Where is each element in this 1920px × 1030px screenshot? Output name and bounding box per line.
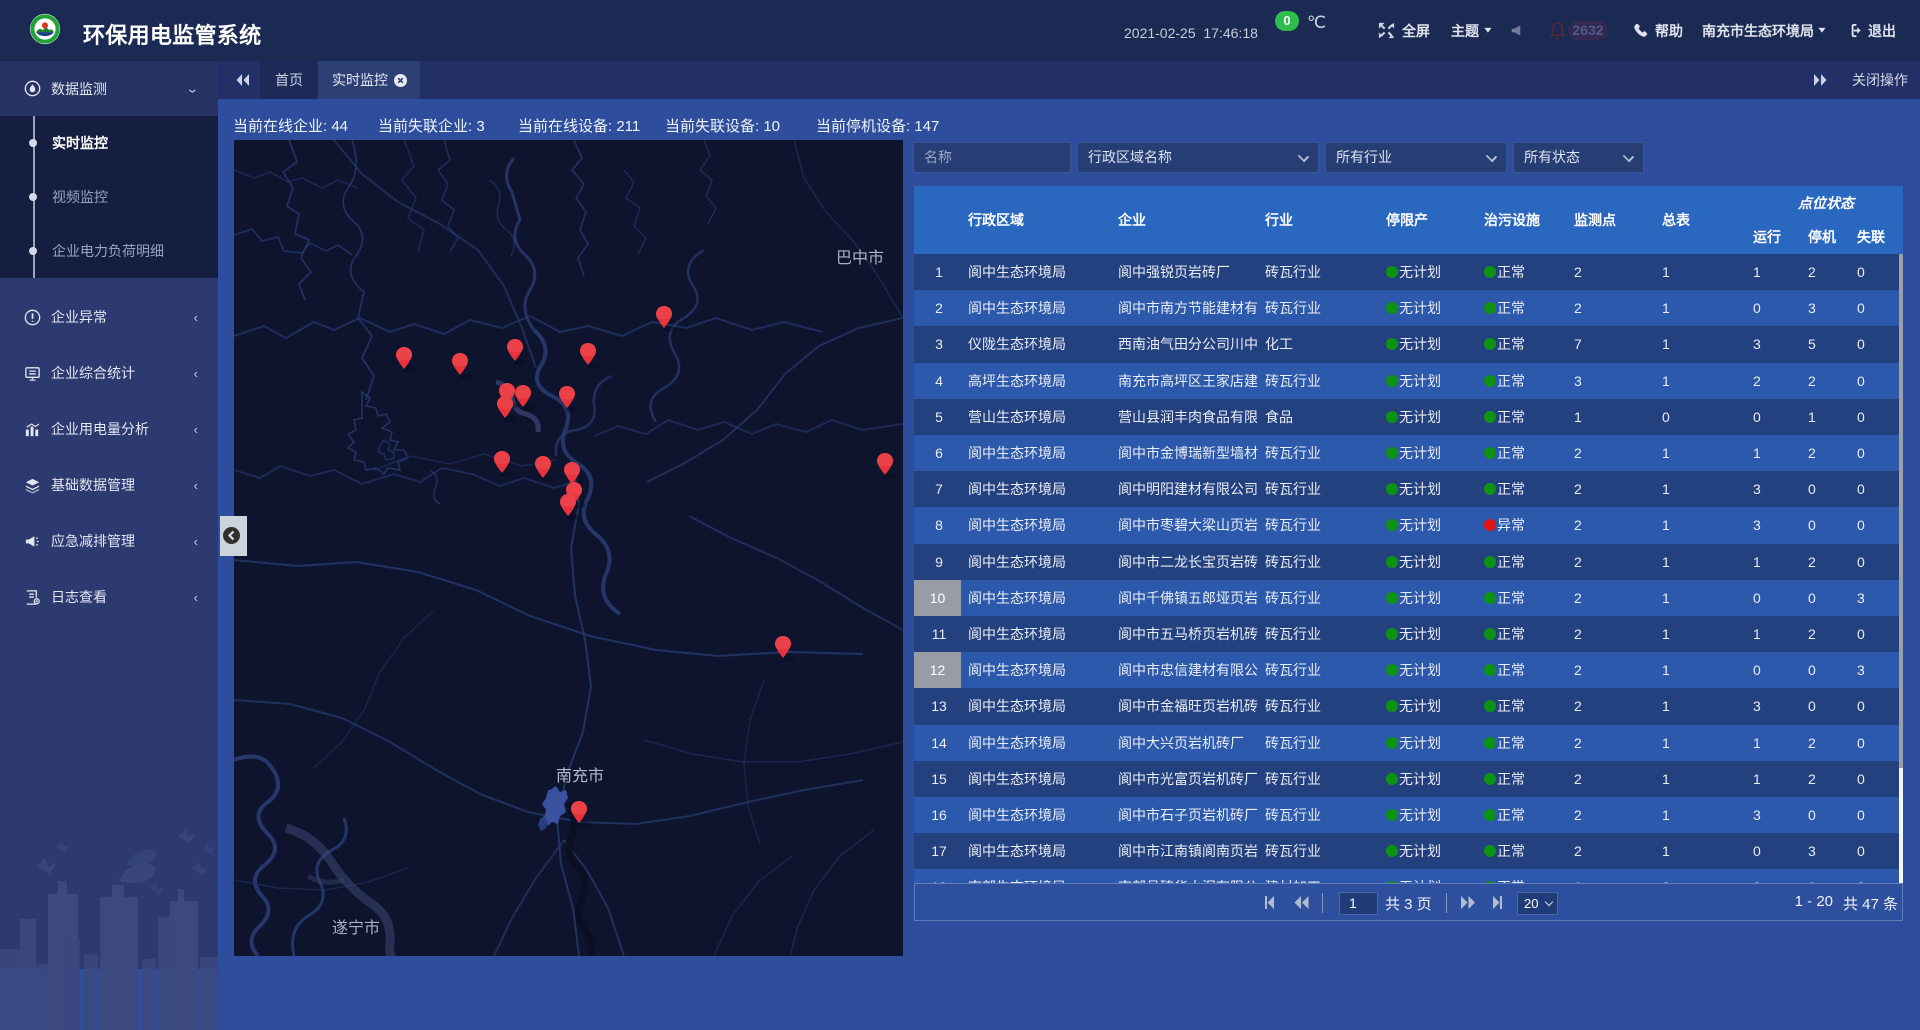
svg-text:巴中市: 巴中市 [836, 249, 884, 267]
svg-text:南充市: 南充市 [556, 767, 604, 785]
svg-text:遂宁市: 遂宁市 [332, 919, 380, 937]
